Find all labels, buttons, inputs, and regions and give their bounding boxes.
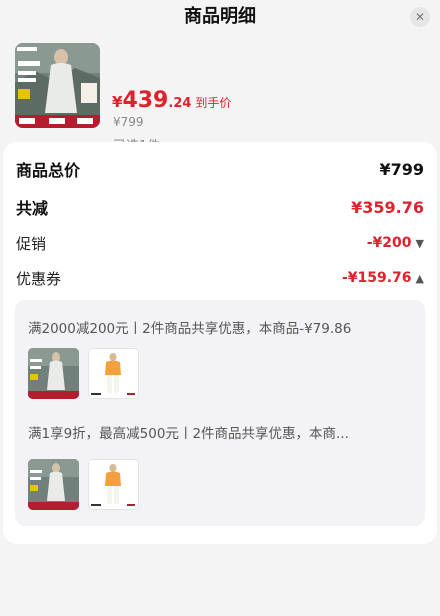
coupon-product-thumbnail — [88, 348, 139, 399]
chevron-down-icon[interactable]: ▼ — [416, 237, 424, 250]
close-icon[interactable]: ✕ — [410, 7, 430, 27]
coupon-item-text: 满2000减200元丨2件商品共享优惠，本商品-¥79.86 — [28, 321, 352, 337]
page-title: 商品明细 — [184, 6, 256, 27]
price-detail-card: 商品总价 ¥799 共减 ¥359.76 促销 -¥200 ▼ 优惠券 -¥15… — [3, 142, 437, 544]
coupon-row[interactable]: 优惠券 -¥159.76 ▲ — [16, 266, 424, 290]
product-summary: ¥439.24到手价 ¥799 已选1件 — [0, 34, 440, 154]
price-currency: ¥ — [112, 93, 123, 111]
coupon-product-thumbnail — [88, 459, 139, 510]
price-tag: 到手价 — [195, 96, 232, 110]
promo-row[interactable]: 促销 -¥200 ▼ — [16, 231, 424, 255]
coupon-detail-box: 满2000减200元丨2件商品共享优惠，本商品-¥79.86 满1享9折，最高减… — [15, 300, 425, 526]
coupon-product-thumbnail — [28, 348, 79, 399]
discount-row: 共减 ¥359.76 — [16, 194, 424, 220]
product-thumbnail — [15, 43, 100, 128]
price-integer: 439 — [122, 88, 169, 113]
discount-label: 共减 — [16, 199, 49, 218]
header: 商品明细 ✕ — [0, 0, 440, 34]
promo-value: -¥200 — [366, 235, 412, 251]
total-value: ¥799 — [379, 159, 424, 179]
coupon-product-thumbnail — [28, 459, 79, 510]
coupon-item-text: 满1享9折，最高减500元丨2件商品共享优惠，本商... — [28, 426, 349, 442]
coupon-value: -¥159.76 — [341, 270, 412, 286]
discount-value: ¥359.76 — [351, 197, 424, 217]
total-row: 商品总价 ¥799 — [16, 156, 424, 182]
original-price: ¥799 — [113, 115, 144, 129]
final-price: ¥439.24 到手价 — [112, 88, 231, 113]
coupon-label: 优惠券 — [16, 269, 62, 288]
chevron-up-icon[interactable]: ▲ — [416, 272, 424, 285]
price-decimal: .24 — [168, 96, 192, 111]
promo-label: 促销 — [16, 234, 47, 253]
total-label: 商品总价 — [16, 161, 81, 180]
